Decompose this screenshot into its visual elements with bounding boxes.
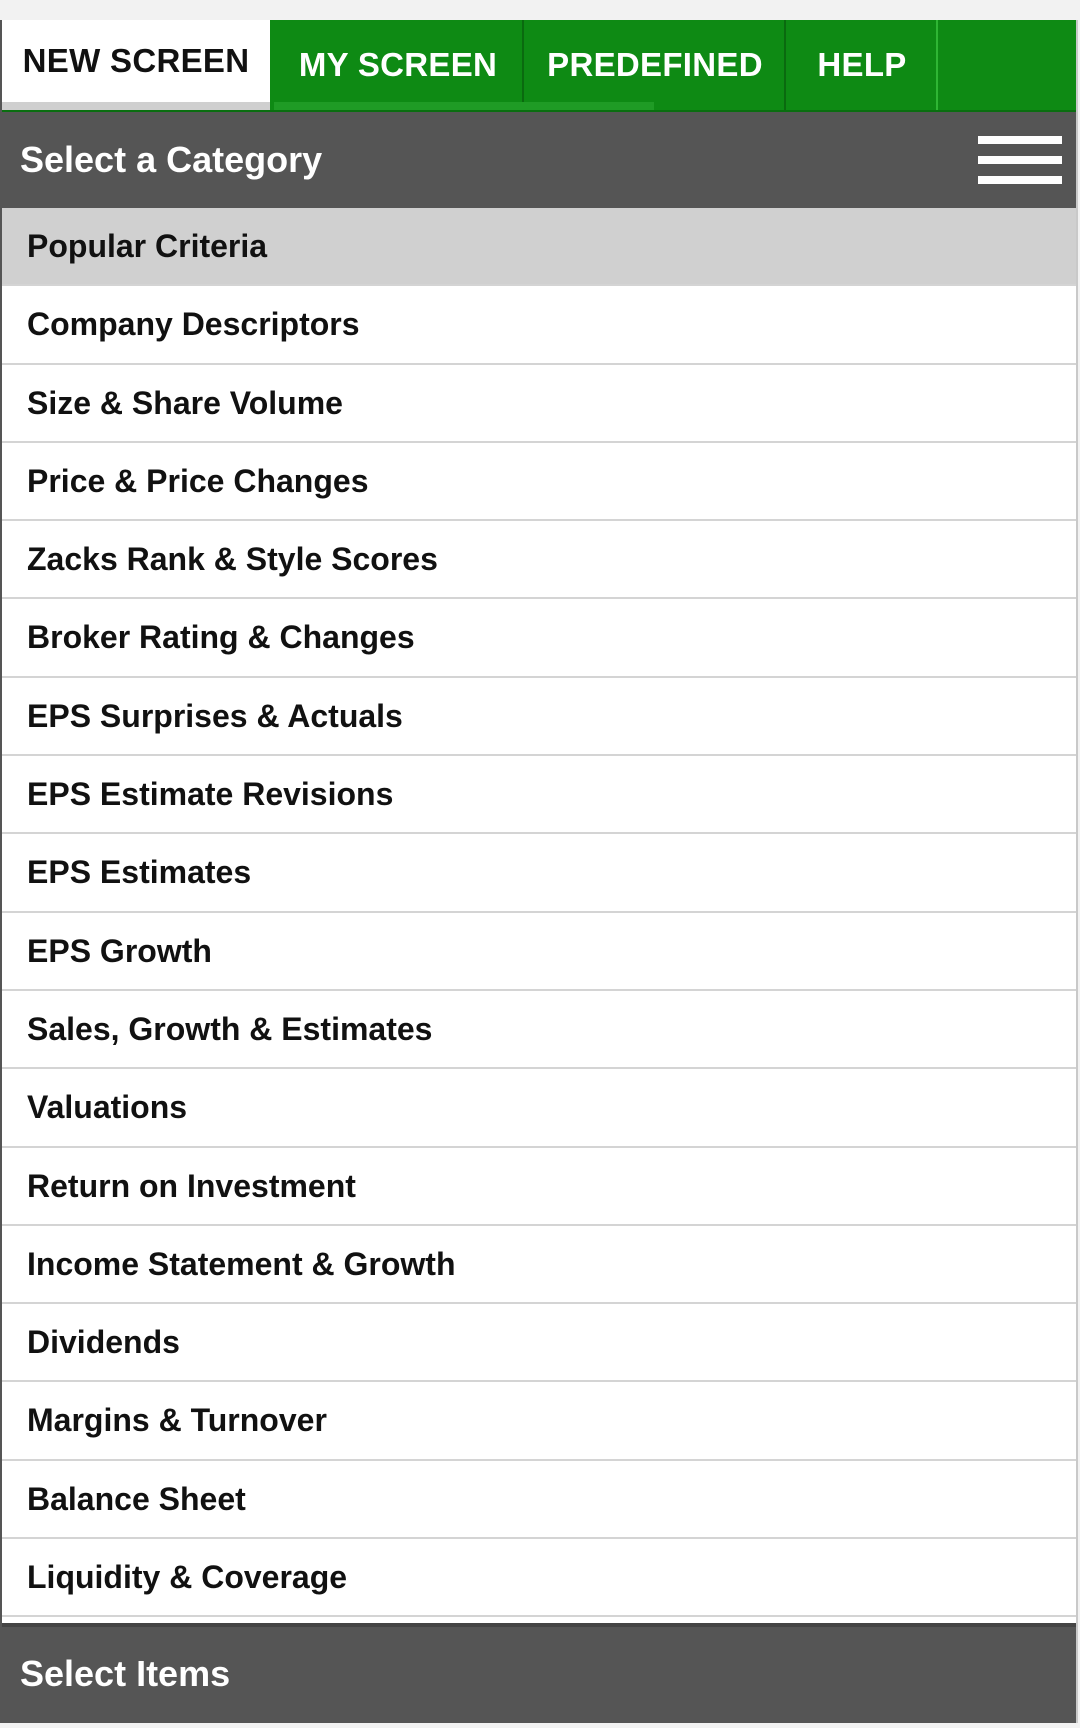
menu-bar — [978, 136, 1062, 144]
menu-bar — [978, 156, 1062, 164]
category-item-popular-criteria[interactable]: Popular Criteria — [2, 208, 1076, 287]
category-header: Select a Category — [2, 112, 1076, 208]
category-item-balance-sheet[interactable]: Balance Sheet — [2, 1461, 1076, 1540]
category-item-sales-growth-estimates[interactable]: Sales, Growth & Estimates — [2, 991, 1076, 1070]
select-items-header[interactable]: Select Items — [2, 1623, 1076, 1723]
category-item-eps-estimate-revisions[interactable]: EPS Estimate Revisions — [2, 756, 1076, 835]
tab-predefined[interactable]: PREDEFINED — [526, 20, 786, 110]
category-item-size-share-volume[interactable]: Size & Share Volume — [2, 365, 1076, 443]
tab-bar: NEW SCREEN MY SCREEN PREDEFINED HELP — [2, 20, 1076, 112]
category-item-return-on-investment[interactable]: Return on Investment — [2, 1148, 1076, 1226]
category-item-price-changes[interactable]: Price & Price Changes — [2, 443, 1076, 522]
category-item-liquidity-coverage[interactable]: Liquidity & Coverage — [2, 1539, 1076, 1618]
category-item-income-statement[interactable]: Income Statement & Growth — [2, 1226, 1076, 1305]
tab-help[interactable]: HELP — [788, 20, 938, 110]
category-list: Popular Criteria Company Descriptors Siz… — [2, 208, 1076, 1618]
tab-my-screen[interactable]: MY SCREEN — [274, 20, 524, 110]
hamburger-menu-icon[interactable] — [978, 136, 1062, 186]
tab-new-screen[interactable]: NEW SCREEN — [2, 20, 270, 110]
category-item-eps-surprises[interactable]: EPS Surprises & Actuals — [2, 678, 1076, 757]
category-item-eps-growth[interactable]: EPS Growth — [2, 913, 1076, 991]
category-item-margins-turnover[interactable]: Margins & Turnover — [2, 1382, 1076, 1461]
category-item-broker-rating[interactable]: Broker Rating & Changes — [2, 599, 1076, 678]
category-item-zacks-rank-style-scores[interactable]: Zacks Rank & Style Scores — [2, 521, 1076, 600]
category-header-title: Select a Category — [20, 139, 323, 180]
category-item-eps-estimates[interactable]: EPS Estimates — [2, 834, 1076, 913]
screen-frame: NEW SCREEN MY SCREEN PREDEFINED HELP Sel… — [0, 20, 1078, 1723]
tab-scroll-indicator — [274, 102, 654, 110]
select-items-title: Select Items — [20, 1653, 231, 1694]
category-item-company-descriptors[interactable]: Company Descriptors — [2, 286, 1076, 365]
category-item-dividends[interactable]: Dividends — [2, 1304, 1076, 1383]
category-item-valuations[interactable]: Valuations — [2, 1069, 1076, 1148]
menu-bar — [978, 176, 1062, 184]
